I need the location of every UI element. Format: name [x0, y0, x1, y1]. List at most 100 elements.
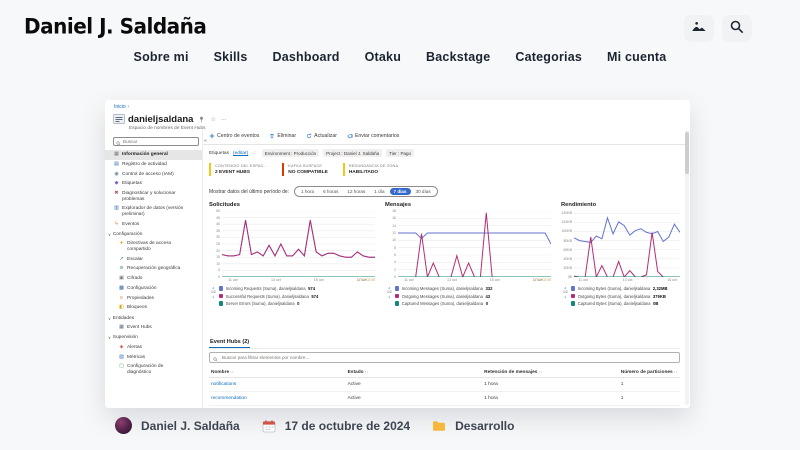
table-cell: 1 [619, 396, 680, 401]
az-sidebar-item-diagnosticar-y-solucionar-problemas[interactable]: ✖Diagnosticar y solucionar problemas [105, 189, 202, 204]
time-range-group: 1 hora6 horas12 horas1 día7 días30 días [294, 186, 438, 197]
legend-item-captured-messages[interactable]: Captured Messages (Suma), danieljsaldana… [395, 301, 551, 306]
time-option-1-dia[interactable]: 1 día [370, 188, 388, 195]
nav-dashboard[interactable]: Dashboard [273, 50, 340, 64]
legend-value: 43 [485, 294, 490, 299]
nav-otaku[interactable]: Otaku [365, 50, 401, 64]
time-option-30-dias[interactable]: 30 días [412, 188, 435, 195]
az-sidebar-item-escalar[interactable]: ↗Escalar [105, 255, 202, 265]
tag-pill-project-daniel-j-saldana[interactable]: Project : Daniel J. Saldaña [323, 149, 382, 157]
az-sidebar-item-configuracion-de-diagnostico[interactable]: ▢Configuración de diagnóstico [105, 362, 202, 377]
event-hub-link[interactable]: recommendation [209, 396, 346, 401]
az-sidebar-item-eventos[interactable]: ϟEventos [105, 220, 202, 230]
az-sidebar-item-etiquetas[interactable]: ◆Etiquetas [105, 179, 202, 189]
scrollbar-thumb[interactable] [685, 132, 689, 174]
site-logo[interactable]: Daniel J. Saldaña [24, 13, 206, 38]
table-cell: Active [346, 382, 483, 387]
chevron-down-icon[interactable]: ∨ [388, 295, 390, 299]
az-sidebar-item-alertas[interactable]: ◈Alertas [105, 343, 202, 353]
sidebar-item-label: Explorador de datos (versión preliminar) [122, 206, 186, 217]
tag-pill-environment-produccion[interactable]: Environment : Producción [262, 149, 320, 157]
tag-pills: Environment : ProducciónProject : Daniel… [262, 149, 414, 157]
chart-legend: ∧1/2∨Incoming Requests (Suma), danieljsa… [211, 286, 375, 309]
sort-icon: ↑↓ [365, 370, 369, 374]
tags-edit-link[interactable]: (editar) [233, 151, 248, 156]
az-sidebar-item-informacion-general[interactable]: ▦Información general [105, 150, 202, 160]
tag-pill-tier-pago[interactable]: Tier : Pago [386, 149, 414, 157]
author-name[interactable]: Daniel J. Saldaña [141, 419, 240, 433]
az-sidebar-group-configuracion[interactable]: ∨Configuración [105, 229, 202, 239]
nav-categorias[interactable]: Categorias [515, 50, 582, 64]
plot [222, 211, 375, 277]
pin-icon[interactable] [198, 116, 205, 123]
y-tick-label: 80KB [563, 239, 572, 243]
x-tick-label: 15 oct [314, 278, 324, 282]
toolbar-actualizar[interactable]: Actualizar [306, 133, 337, 139]
chevron-down-icon[interactable]: ∨ [564, 295, 566, 299]
event-hub-link[interactable]: notifications [209, 382, 346, 387]
legend-item-successful-requests[interactable]: Successful Requests (Suma), danieljsalda… [219, 294, 375, 299]
tab-event-hubs[interactable]: Event Hubs (2) [209, 339, 250, 348]
nav-backstage[interactable]: Backstage [426, 50, 490, 64]
nav-mi-cuenta[interactable]: Mi cuenta [607, 50, 666, 64]
sidebar-item-label: Recuperación geográfica [127, 266, 180, 272]
author-avatar[interactable] [115, 417, 132, 434]
az-sidebar-item-propiedades[interactable]: ≡Propiedades [105, 294, 202, 304]
column-header-estado[interactable]: Estado↑↓ [346, 370, 483, 375]
az-sidebar-item-explorador-de-datos-version-preliminar[interactable]: ▥Explorador de datos (versión preliminar… [105, 204, 202, 219]
scrollbar[interactable] [685, 130, 689, 405]
time-option-6-horas[interactable]: 6 horas [319, 188, 342, 195]
x-axis-labels: 11 oct13 oct15 oct17 octUTC+02:00 [398, 277, 551, 284]
time-option-1-hora[interactable]: 1 hora [297, 188, 318, 195]
az-sidebar-item-event-hubs[interactable]: ▦Event Hubs [105, 323, 202, 333]
table-filter-input[interactable] [220, 354, 676, 361]
legend-item-outgoing-messages[interactable]: Outgoing Messages (Suma), danieljsaldana… [395, 294, 551, 299]
az-sidebar-item-configuracion[interactable]: ▩Configuración [105, 284, 202, 294]
sidebar-search-input[interactable] [123, 139, 196, 144]
az-sidebar-item-directivas-de-acceso-compartido[interactable]: ♦Directivas de acceso compartido [105, 239, 202, 254]
az-sidebar-item-control-de-acceso-iam[interactable]: ◉Control de acceso (IAM) [105, 170, 202, 180]
x-tick-label: 13 oct [271, 278, 281, 282]
az-sidebar-item-cifrado[interactable]: ▣Cifrado [105, 274, 202, 284]
sidebar-group-label: Configuración [113, 232, 143, 237]
x-tick-label: 15 oct [667, 278, 677, 282]
legend-item-outgoing-bytes[interactable]: Outgoing Bytes (Suma), danieljsaldana 37… [571, 294, 680, 299]
toolbar-eliminar[interactable]: Eliminar [269, 133, 296, 139]
y-tick-label: 45 [216, 216, 220, 220]
column-header-nombre[interactable]: Nombre↑↓ [209, 370, 346, 375]
legend-item-captured-bytes[interactable]: Captured Bytes (Suma), danieljsaldana 0B [571, 301, 680, 306]
legend-item-incoming-requests[interactable]: Incoming Requests (Suma), danieljsaldana… [219, 286, 375, 291]
column-header-numero-de-particiones[interactable]: Número de particiones↑↓ [619, 370, 680, 375]
chart-title: Solicitudes [209, 202, 375, 208]
more-options-icon[interactable]: … [221, 116, 227, 122]
time-option-12-horas[interactable]: 12 horas [343, 188, 369, 195]
nav-skills[interactable]: Skills [214, 50, 248, 64]
toolbar-centro-de-eventos[interactable]: Centro de eventos [209, 133, 259, 139]
az-sidebar-item-metricas[interactable]: ▨Métricas [105, 353, 202, 363]
x-tick-label: 13 oct [447, 278, 457, 282]
time-option-7-dias[interactable]: 7 días [390, 188, 411, 195]
az-sidebar-item-recuperacion-geografica[interactable]: ⊕Recuperación geográfica [105, 264, 202, 274]
toolbar-divider [203, 144, 685, 145]
nav-sobre-mi[interactable]: Sobre mi [134, 50, 189, 64]
post-category[interactable]: Desarrollo [455, 419, 514, 433]
legend-item-server-errors[interactable]: Server Errors (Suma), danieljsaldana 0 [219, 301, 375, 306]
legend-name: Incoming Requests (Suma), danieljsaldana [226, 286, 306, 291]
toolbar-enviar-comentarios[interactable]: Enviar comentarios [347, 133, 399, 139]
legend-item-incoming-bytes[interactable]: Incoming Bytes (Suma), danieljsaldana 2,… [571, 286, 680, 291]
column-header-retencion-de-mensajes[interactable]: Retención de mensajes↑↓ [482, 370, 619, 375]
favorite-star-icon[interactable]: ☆ [210, 116, 215, 123]
breadcrumb[interactable]: Inicio› [114, 104, 129, 110]
theme-toggle-button[interactable] [684, 15, 714, 42]
chart-rendimiento: Rendimiento0B20KB40KB60KB80KB100KB120KB1… [561, 202, 680, 309]
x-axis-labels: 11 oct13 oct15 oct [574, 277, 680, 284]
az-sidebar-group-supervision[interactable]: ∨Supervisión [105, 333, 202, 343]
az-sidebar-item-bloqueos[interactable]: ◧Bloqueos [105, 303, 202, 313]
az-sidebar-item-registro-de-actividad[interactable]: ▤Registro de actividad [105, 160, 202, 170]
legend-value: 379KB [653, 294, 666, 299]
legend-item-incoming-messages[interactable]: Incoming Messages (Suma), danieljsaldana… [395, 286, 551, 291]
search-button[interactable] [722, 15, 752, 42]
y-tick-label: 140KB [561, 211, 572, 215]
az-sidebar-group-entidades[interactable]: ∨Entidades [105, 313, 202, 323]
chevron-down-icon[interactable]: ∨ [212, 295, 214, 299]
